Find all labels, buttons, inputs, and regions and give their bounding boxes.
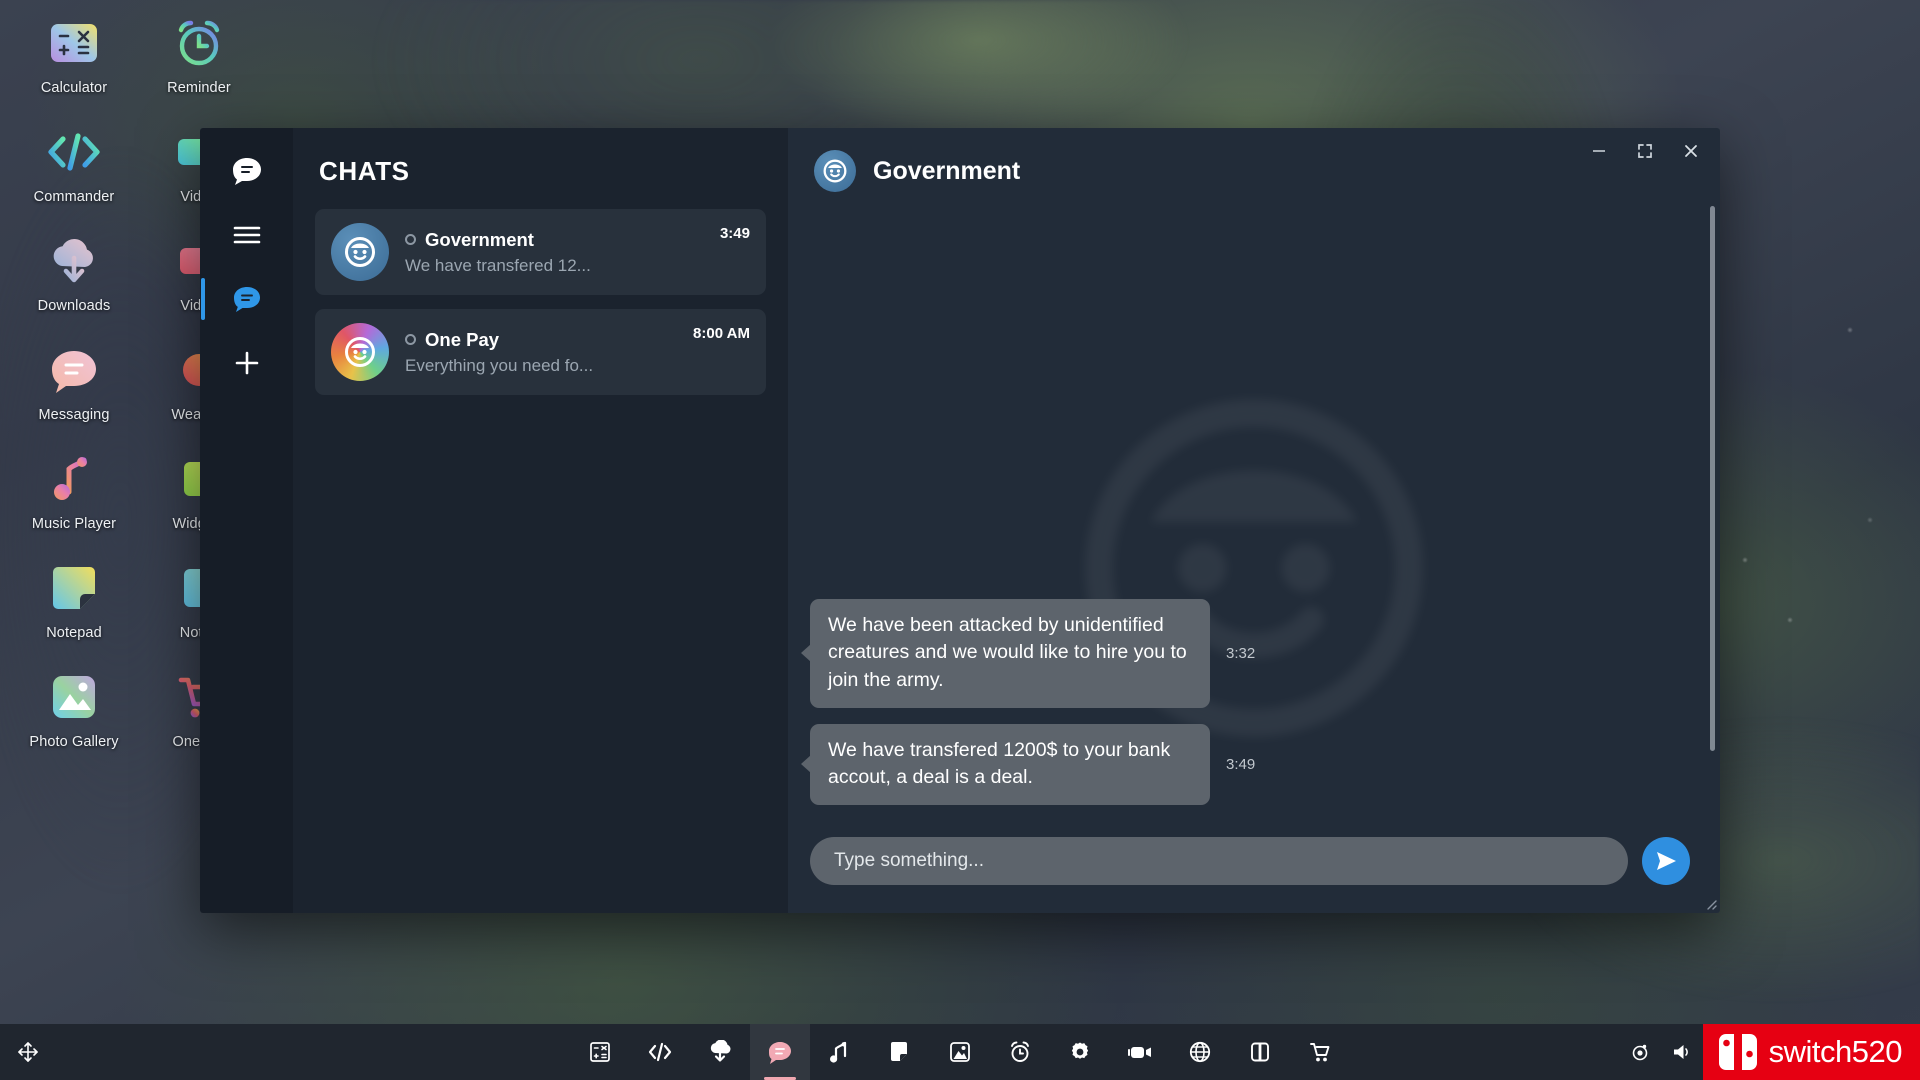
conversation-panel: Government We have been attacked by unid… — [788, 128, 1720, 913]
desktop-icon-notepad[interactable]: Notepad — [14, 557, 134, 641]
chat-item-time: 3:49 — [720, 225, 750, 242]
window-resize-grip[interactable] — [1703, 896, 1717, 910]
desktop-icon-label: Music Player — [32, 516, 116, 532]
notepad-icon — [43, 557, 105, 619]
taskbar-start-button[interactable] — [0, 1024, 56, 1080]
chat-item-name: Government — [425, 229, 534, 251]
alarm-clock-icon — [168, 12, 230, 74]
code-taskbar-icon[interactable] — [630, 1024, 690, 1080]
message-list: We have been attacked by unidentified cr… — [788, 208, 1720, 827]
volume-tray-icon[interactable] — [1661, 1024, 1703, 1080]
desktop-icon-label: Notepad — [46, 625, 102, 641]
minimize-icon[interactable] — [1586, 138, 1612, 164]
alarm-taskbar-icon[interactable] — [990, 1024, 1050, 1080]
widgets-taskbar-icon[interactable] — [1230, 1024, 1290, 1080]
desktop-icon-downloads[interactable]: Downloads — [14, 230, 134, 314]
watermark-text: switch520 — [1769, 1034, 1902, 1070]
chat-item-preview: We have transfered 12... — [405, 256, 704, 276]
desktop: Calculator Reminder — [0, 0, 1920, 1080]
message-timestamp: 3:49 — [1226, 756, 1255, 773]
chat-item-name: One Pay — [425, 329, 499, 351]
conversation-scrollbar[interactable] — [1710, 206, 1715, 751]
chats-rail-icon[interactable] — [222, 274, 272, 324]
video-taskbar-icon[interactable] — [1110, 1024, 1170, 1080]
desktop-icon-commander[interactable]: Commander — [14, 121, 134, 205]
music-note-icon — [43, 448, 105, 510]
desktop-icon-calculator[interactable]: Calculator — [14, 12, 134, 96]
code-brackets-icon — [43, 121, 105, 183]
switch-logo-icon — [1715, 1032, 1761, 1072]
smiley-face-icon — [343, 235, 377, 269]
avatar — [814, 150, 856, 192]
send-button[interactable] — [1642, 837, 1690, 885]
conversation-header: Government — [788, 128, 1720, 208]
menu-rail-icon[interactable] — [222, 210, 272, 260]
taskbar-tray: switch520 — [1619, 1024, 1920, 1080]
taskbar-app-list — [570, 1024, 1350, 1080]
desktop-icon-label: Reminder — [167, 80, 231, 96]
photo-taskbar-icon[interactable] — [930, 1024, 990, 1080]
desktop-icon-music-player[interactable]: Music Player — [14, 448, 134, 532]
messaging-taskbar-icon[interactable] — [750, 1024, 810, 1080]
message-bubble: We have transfered 1200$ to your bank ac… — [810, 724, 1210, 805]
maximize-icon[interactable] — [1632, 138, 1658, 164]
desktop-icon-label: Downloads — [38, 298, 111, 314]
desktop-icon-label: Messaging — [38, 407, 109, 423]
new-chat-rail-icon[interactable] — [222, 338, 272, 388]
download-cloud-icon — [43, 230, 105, 292]
smiley-face-icon — [343, 335, 377, 369]
chat-list-item-one-pay[interactable]: One Pay Everything you need fo... 8:00 A… — [315, 309, 766, 395]
message-row: We have transfered 1200$ to your bank ac… — [810, 724, 1660, 805]
conversation-title: Government — [873, 157, 1020, 186]
calculator-icon — [43, 12, 105, 74]
display-tray-icon[interactable] — [1619, 1024, 1661, 1080]
status-indicator-icon — [405, 334, 416, 345]
window-controls — [1586, 138, 1704, 164]
move-cross-icon — [15, 1039, 41, 1065]
desktop-icon-reminder[interactable]: Reminder — [139, 12, 259, 96]
chat-list-item-government[interactable]: Government We have transfered 12... 3:49 — [315, 209, 766, 295]
chat-bubble-icon — [43, 339, 105, 401]
store-taskbar-icon[interactable] — [1290, 1024, 1350, 1080]
messaging-window: CHATS Government We h — [200, 128, 1720, 913]
desktop-icon-photo-gallery[interactable]: Photo Gallery — [14, 666, 134, 750]
chat-item-topline: One Pay — [405, 329, 677, 351]
download-taskbar-icon[interactable] — [690, 1024, 750, 1080]
chat-item-texts: One Pay Everything you need fo... — [405, 329, 677, 376]
chat-item-preview: Everything you need fo... — [405, 356, 677, 376]
chat-item-texts: Government We have transfered 12... — [405, 229, 704, 276]
calculator-taskbar-icon[interactable] — [570, 1024, 630, 1080]
message-bubble: We have been attacked by unidentified cr… — [810, 599, 1210, 708]
browser-taskbar-icon[interactable] — [1170, 1024, 1230, 1080]
chat-item-topline: Government — [405, 229, 704, 251]
chat-list-panel: CHATS Government We h — [293, 128, 788, 913]
taskbar: switch520 — [0, 1024, 1920, 1080]
avatar — [331, 223, 389, 281]
desktop-icon-label: Photo Gallery — [29, 734, 118, 750]
status-indicator-icon — [405, 234, 416, 245]
send-paper-plane-icon — [1654, 849, 1678, 873]
messages-rail-icon[interactable] — [222, 146, 272, 196]
desktop-icon-label: Commander — [34, 189, 115, 205]
photo-gallery-icon — [43, 666, 105, 728]
avatar — [331, 323, 389, 381]
message-timestamp: 3:32 — [1226, 645, 1255, 662]
message-composer — [788, 827, 1720, 913]
chats-heading: CHATS — [315, 128, 766, 209]
message-input[interactable] — [810, 837, 1628, 885]
desktop-icon-messaging[interactable]: Messaging — [14, 339, 134, 423]
smiley-face-icon — [822, 158, 848, 184]
message-row: We have been attacked by unidentified cr… — [810, 599, 1660, 708]
desktop-icon-label: Calculator — [41, 80, 107, 96]
switch520-watermark: switch520 — [1703, 1024, 1920, 1080]
notepad-taskbar-icon[interactable] — [870, 1024, 930, 1080]
settings-taskbar-icon[interactable] — [1050, 1024, 1110, 1080]
chat-item-time: 8:00 AM — [693, 325, 750, 342]
close-icon[interactable] — [1678, 138, 1704, 164]
music-taskbar-icon[interactable] — [810, 1024, 870, 1080]
window-left-rail — [200, 128, 293, 913]
